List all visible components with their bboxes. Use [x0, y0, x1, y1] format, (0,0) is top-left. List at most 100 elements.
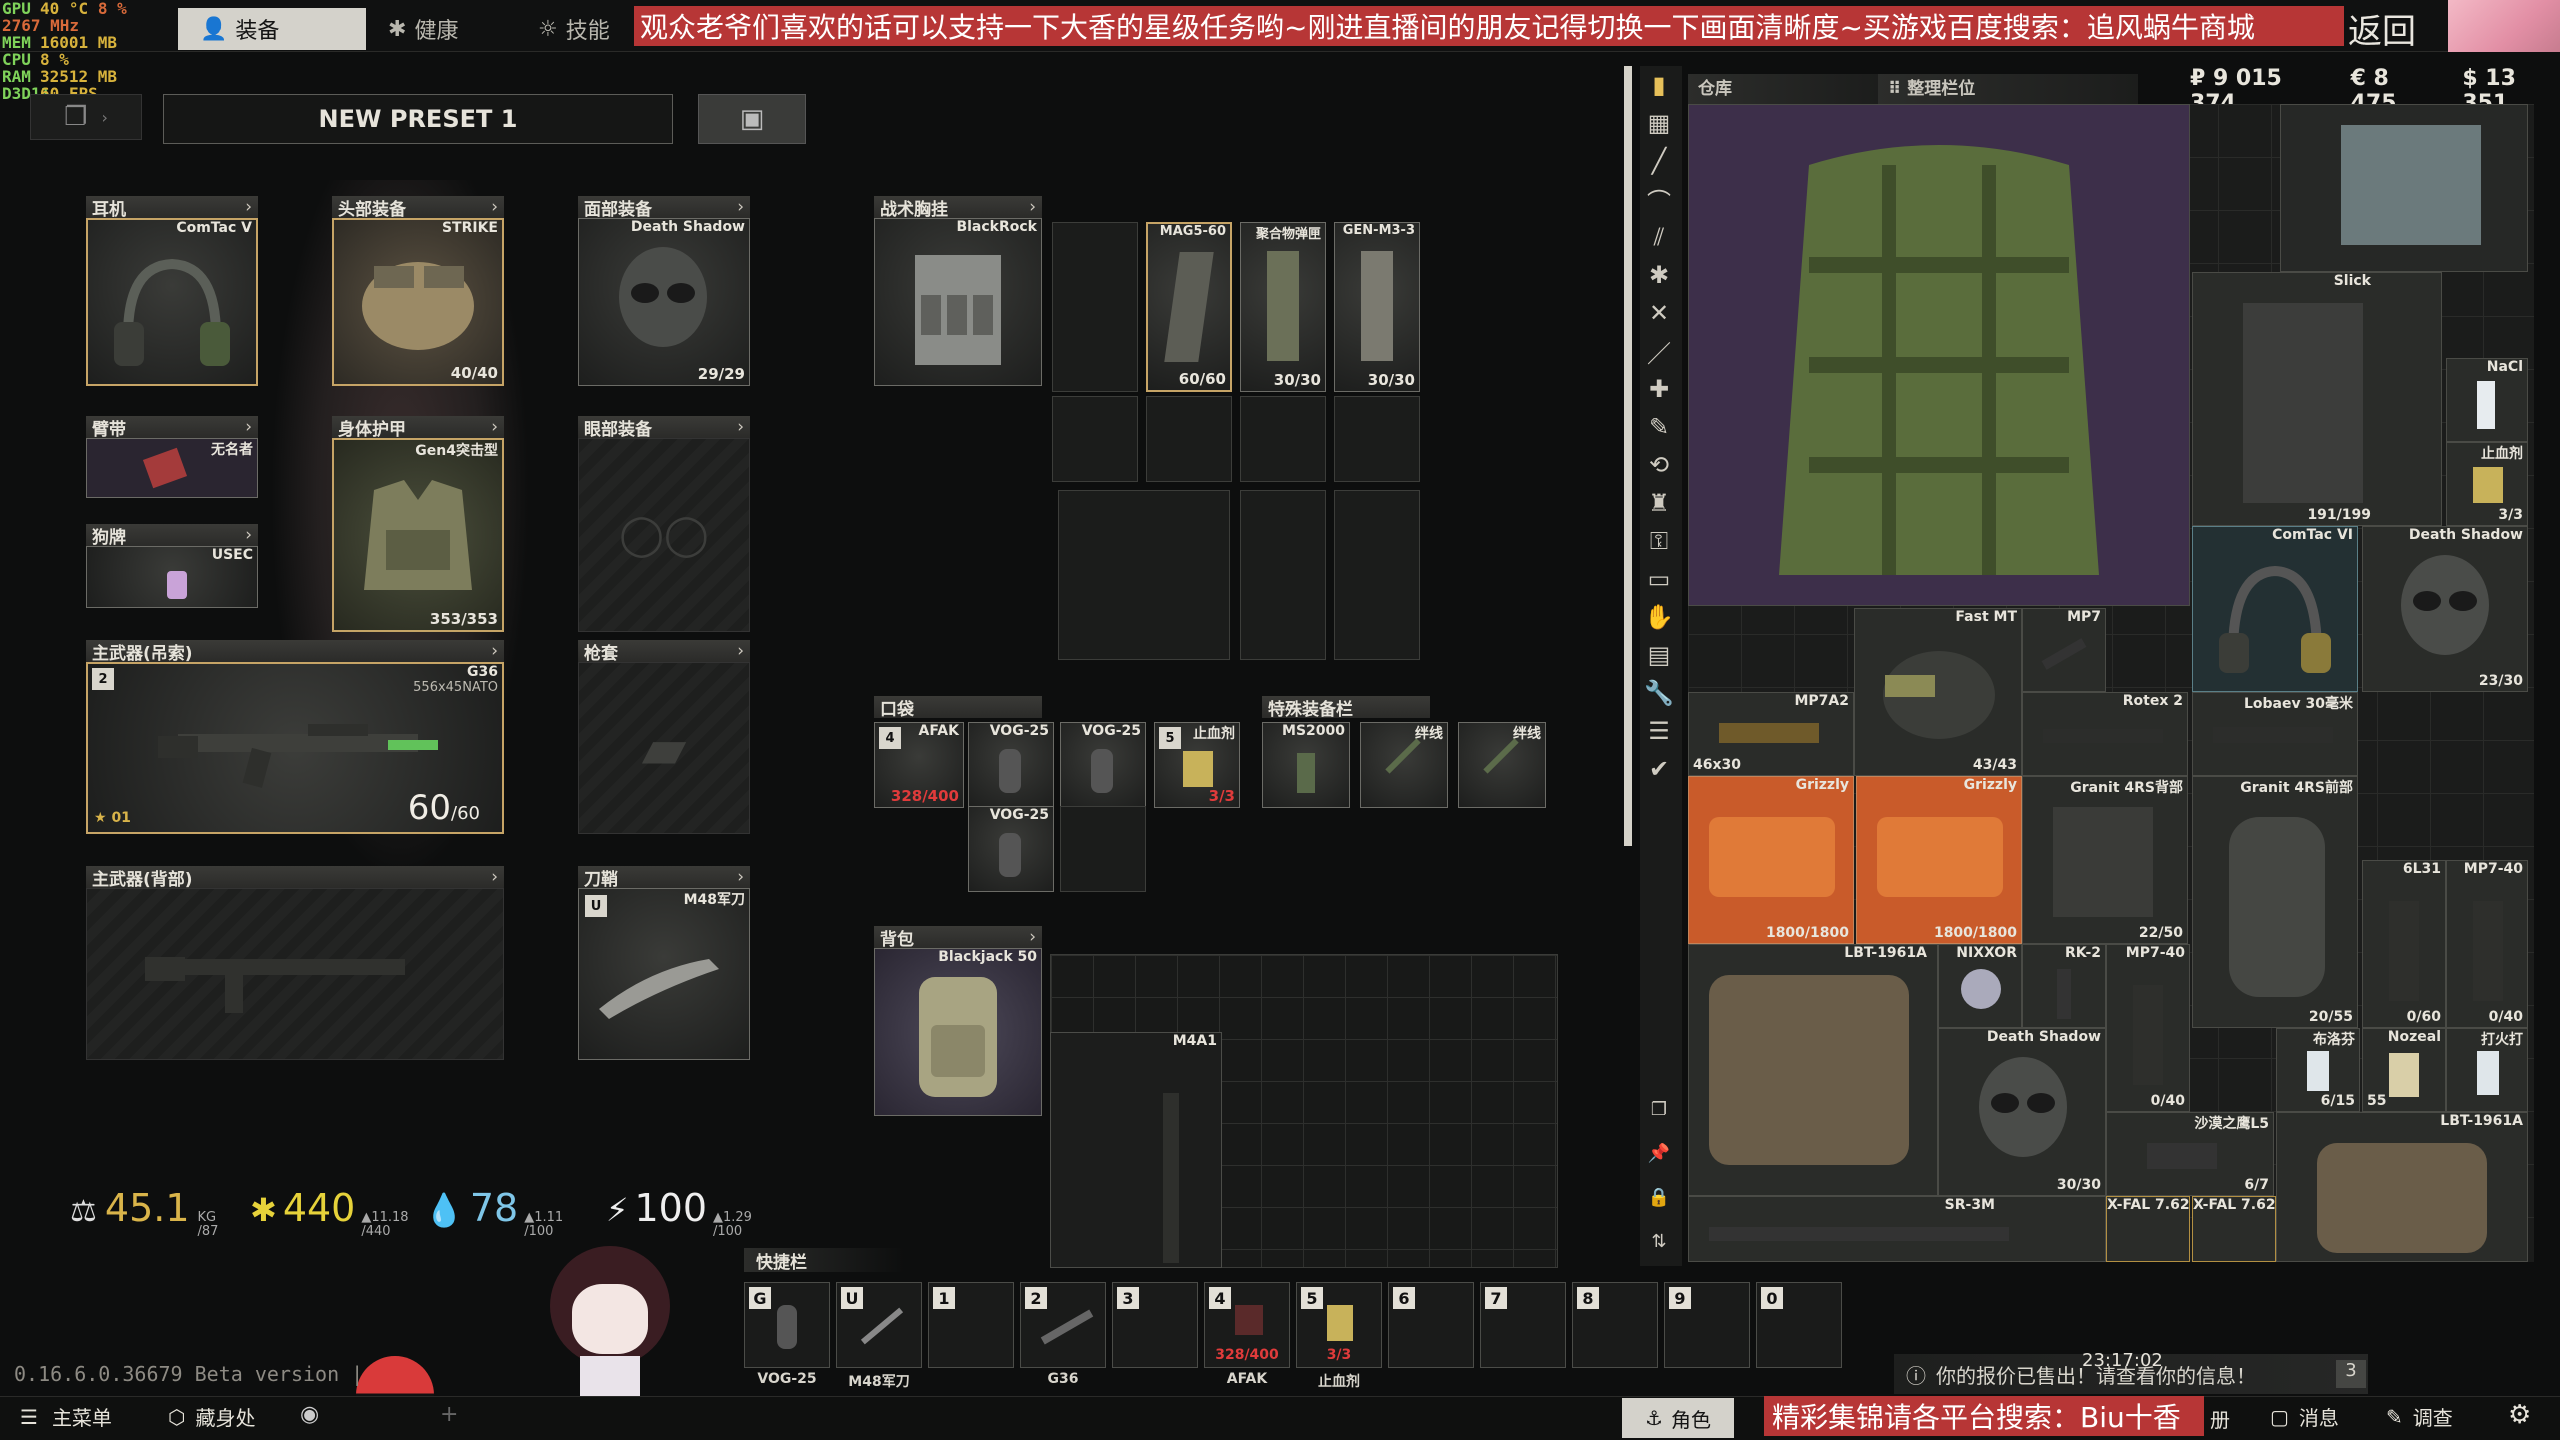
stim-icon[interactable]: ✎: [1640, 408, 1678, 446]
barter-icon[interactable]: ⟲: [1640, 446, 1678, 484]
messages-button[interactable]: ▢ 消息: [2270, 1402, 2339, 1431]
pocket-cell[interactable]: [1060, 806, 1146, 892]
stash-rifle-item[interactable]: SR-3M: [1688, 1196, 2106, 1262]
quickslot[interactable]: 7: [1480, 1282, 1566, 1368]
stash-medkit-item[interactable]: Grizzly 1800/1800: [1688, 776, 1854, 944]
rig-magazine-item[interactable]: GEN-M3-3 30/30: [1334, 222, 1420, 392]
container-icon[interactable]: ▭: [1640, 560, 1678, 598]
stash-smg-item[interactable]: MP7A2 46x30: [1688, 692, 1854, 776]
quickslot[interactable]: U M48军刀: [836, 1282, 922, 1390]
main-menu-button[interactable]: ☰ 主菜单: [20, 1402, 112, 1431]
key-icon[interactable]: ⚿: [1640, 522, 1678, 560]
weapon-icon[interactable]: ╱: [1640, 142, 1678, 180]
headwear-item[interactable]: STRIKE 40/40: [332, 218, 504, 386]
quickslot[interactable]: 5 3/3 止血剂: [1296, 1282, 1382, 1390]
stash-backpack-item[interactable]: [1688, 104, 2190, 606]
rig-item[interactable]: BlackRock: [874, 218, 1042, 386]
quickslot[interactable]: 4 328/400 AFAK: [1204, 1282, 1290, 1387]
stash-mag-item[interactable]: MP7-40 0/40: [2446, 860, 2528, 1028]
stash-lighter-item[interactable]: 打火打: [2446, 1028, 2528, 1112]
armband-item[interactable]: 无名者: [86, 438, 258, 498]
food-icon[interactable]: ♜: [1640, 484, 1678, 522]
stash-mask-item[interactable]: Death Shadow 23/30: [2362, 526, 2528, 692]
melee-icon[interactable]: ✕: [1640, 294, 1678, 332]
tab-health[interactable]: ✱ 健康: [366, 8, 516, 50]
stash-pills-item[interactable]: 布洛芬 6/15: [2276, 1028, 2360, 1112]
quickslot[interactable]: 6: [1388, 1282, 1474, 1368]
stash-grip-item[interactable]: RK-2: [2022, 944, 2106, 1028]
wrench-icon[interactable]: 🔧: [1640, 674, 1678, 712]
stash-plate-item[interactable]: Granit 4RS背部 22/50: [2022, 776, 2188, 944]
rig-cell[interactable]: [1146, 396, 1232, 482]
hideout-button[interactable]: ⬡ 藏身处: [168, 1402, 255, 1431]
all-items-icon[interactable]: ▮: [1640, 66, 1678, 104]
stash-nacl-item[interactable]: NaCl: [2446, 358, 2528, 442]
stash-tourniquet-item[interactable]: 止血剂 3/3: [2446, 442, 2528, 526]
medical-icon[interactable]: ✚: [1640, 370, 1678, 408]
earpiece-item[interactable]: ComTac V: [86, 218, 258, 386]
ammo-box-icon[interactable]: ／: [1640, 332, 1678, 370]
quickslot[interactable]: 2 G36: [1020, 1282, 1106, 1387]
bodyarmor-item[interactable]: Gen4突击型 353/353: [332, 438, 504, 632]
quickslot[interactable]: 3: [1112, 1282, 1198, 1368]
save-preset-button[interactable]: ▣: [698, 94, 806, 144]
stash-armor-item[interactable]: Slick 191/199: [2192, 272, 2442, 526]
preset-name-input[interactable]: NEW PRESET 1: [163, 94, 673, 144]
stash-pouch-item[interactable]: [2280, 104, 2528, 272]
backpack-rifle-item[interactable]: M4A1: [1050, 1032, 1222, 1268]
lock-icon[interactable]: 🔒: [1640, 1178, 1678, 1216]
pocket-medkit-item[interactable]: 4 AFAK 328/400: [874, 722, 964, 808]
panel-scrollbar[interactable]: [1624, 66, 1632, 846]
pocket-grenade-item[interactable]: VOG-25: [1060, 722, 1146, 808]
rig-magazine-item[interactable]: MAG5-60 60/60: [1146, 222, 1232, 392]
list-icon[interactable]: ☰: [1640, 712, 1678, 750]
copy-icon[interactable]: ❐: [1640, 1090, 1678, 1128]
profile-icon[interactable]: ◉: [300, 1402, 319, 1427]
pocket-tourniquet-item[interactable]: 5 止血剂 3/3: [1154, 722, 1240, 808]
glove-icon[interactable]: ✋: [1640, 598, 1678, 636]
stash-medkit-item[interactable]: Grizzly 1800/1800: [1856, 776, 2022, 944]
special-tripwire-item[interactable]: 绊线: [1360, 722, 1448, 808]
add-icon[interactable]: +: [440, 1402, 458, 1427]
stash-suppressor-item[interactable]: Rotex 2: [2022, 692, 2188, 776]
primary-back-empty[interactable]: [86, 888, 504, 1060]
stash-mag-item[interactable]: MP7-40 0/40: [2106, 944, 2190, 1112]
notes-icon[interactable]: ▤: [1640, 636, 1678, 674]
ammo-icon[interactable]: ⫽: [1640, 218, 1678, 256]
rig-cell[interactable]: [1058, 490, 1230, 660]
rig-cell[interactable]: [1052, 222, 1138, 392]
preset-copy-button[interactable]: ❐ ›: [30, 94, 142, 140]
special-marker-item[interactable]: MS2000: [1262, 722, 1350, 808]
stash-rifle-item[interactable]: X-FAL 7.62: [2192, 1196, 2276, 1262]
tab-equipment[interactable]: 👤 装备: [178, 8, 366, 50]
rig-cell[interactable]: [1240, 396, 1326, 482]
stash-spray-item[interactable]: Nozeal 55: [2362, 1028, 2446, 1112]
mag-icon[interactable]: ⌒: [1640, 180, 1678, 218]
stash-rifle-item[interactable]: X-FAL 7.62: [2106, 1196, 2190, 1262]
rig-cell[interactable]: [1334, 396, 1420, 482]
special-tripwire-item[interactable]: 绊线: [1458, 722, 1546, 808]
pocket-grenade-item[interactable]: VOG-25: [968, 722, 1054, 808]
rig-cell[interactable]: [1052, 396, 1138, 482]
stash-mask-item[interactable]: Death Shadow 30/30: [1938, 1028, 2106, 1196]
sort-icon[interactable]: ⇅: [1640, 1222, 1678, 1260]
stash-tab[interactable]: 仓库: [1688, 74, 1878, 104]
stash-lens-item[interactable]: NIXXOR: [1938, 944, 2022, 1028]
grid-icon[interactable]: ▦: [1640, 104, 1678, 142]
rig-magazine-item[interactable]: 聚合物弹匣 30/30: [1240, 222, 1326, 392]
pin-icon[interactable]: 📌: [1640, 1134, 1678, 1172]
stash-plate-item[interactable]: Granit 4RS前部 20/55: [2192, 776, 2358, 1028]
stash-mag-item[interactable]: 6L31 0/60: [2362, 860, 2446, 1028]
quickslot[interactable]: 9: [1664, 1282, 1750, 1368]
back-button[interactable]: 返回: [2348, 4, 2416, 53]
character-button[interactable]: ⚓ 角色: [1622, 1398, 1734, 1438]
eyewear-empty[interactable]: ◯◯: [578, 438, 750, 632]
dogtag-item[interactable]: USEC: [86, 546, 258, 608]
holster-empty[interactable]: ▰: [578, 662, 750, 834]
quickslot[interactable]: 0: [1756, 1282, 1842, 1368]
quickslot[interactable]: 8: [1572, 1282, 1658, 1368]
survey-button[interactable]: ✎ 调查: [2386, 1402, 2453, 1431]
primary-weapon-item[interactable]: 2 G36 556x45NATO ★ 01 60/60: [86, 662, 504, 834]
rig-cell[interactable]: [1240, 490, 1326, 660]
check-icon[interactable]: ✔: [1640, 750, 1678, 788]
